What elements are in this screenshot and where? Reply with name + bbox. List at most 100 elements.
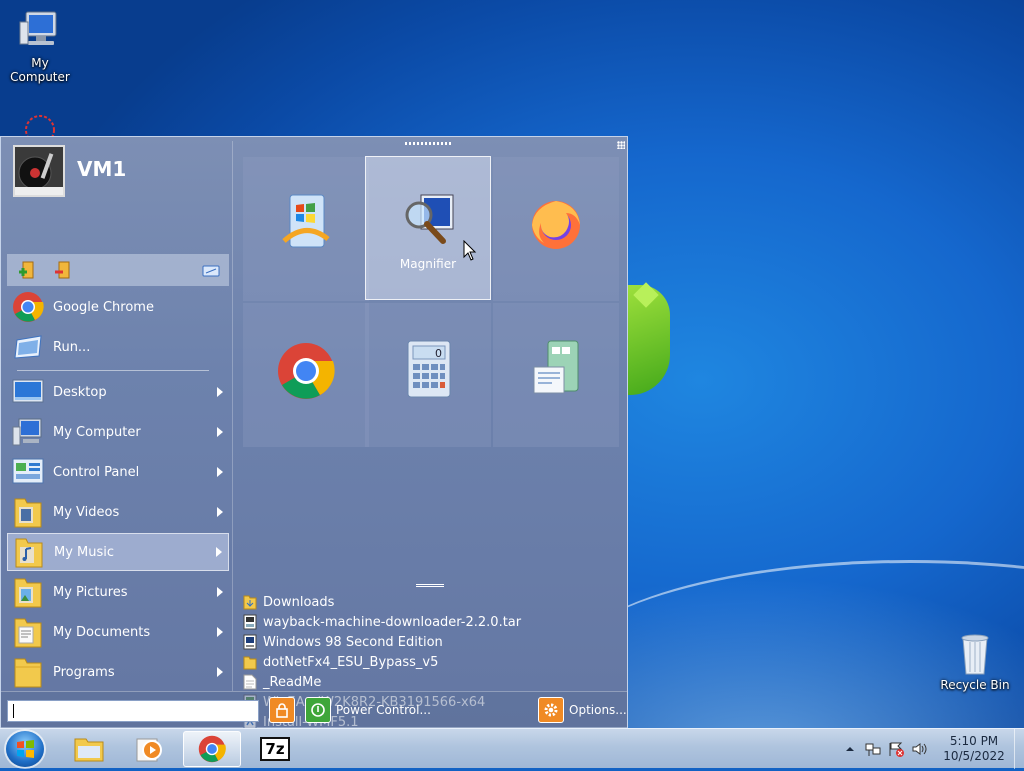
recent-item-label: wayback-machine-downloader-2.2.0.tar	[263, 614, 522, 630]
menu-item-label: My Videos	[53, 504, 120, 520]
chrome-icon	[276, 337, 336, 401]
run-icon	[11, 330, 45, 364]
power-control-label: Power Control...	[336, 703, 431, 717]
chrome-icon	[198, 735, 226, 763]
recent-item[interactable]: Downloads	[241, 592, 621, 612]
menu-item-desktop[interactable]: Desktop	[7, 373, 229, 411]
taskbar-app-chrome[interactable]	[183, 731, 241, 767]
submenu-arrow-icon	[217, 427, 223, 437]
pinned-item-run[interactable]: Run...	[7, 328, 229, 366]
submenu-arrow-icon	[217, 467, 223, 477]
svg-text:0: 0	[435, 347, 442, 360]
mouse-cursor-icon	[463, 239, 477, 262]
menu-item-my-videos[interactable]: My Videos	[7, 493, 229, 531]
clock[interactable]: 5:10 PM 10/5/2022	[934, 734, 1014, 764]
menu-item-label: My Computer	[53, 424, 141, 440]
menu-item-label: My Music	[54, 544, 115, 560]
menu-item-my-music[interactable]: My Music	[7, 533, 229, 571]
add-shortcut-icon[interactable]	[17, 260, 37, 280]
desktop-icon	[11, 375, 45, 409]
programs-folder-icon	[11, 655, 45, 689]
menu-item-control-panel[interactable]: Control Panel	[7, 453, 229, 491]
desktop-icon-recycle-bin[interactable]: Recycle Bin	[935, 630, 1015, 692]
options-button[interactable]: Options...	[538, 697, 627, 723]
calculator-icon: 0	[398, 337, 458, 401]
search-input[interactable]	[7, 700, 259, 722]
system-tray	[842, 729, 934, 769]
start-button[interactable]	[6, 731, 44, 767]
partial-desktop-icon[interactable]	[16, 112, 64, 145]
submenu-arrow-icon	[216, 547, 222, 557]
tile-control-panel[interactable]	[493, 303, 619, 447]
disk-image-icon	[243, 634, 257, 650]
media-player-icon	[136, 738, 162, 762]
pictures-folder-icon	[11, 575, 45, 609]
recent-item[interactable]: _ReadMe	[241, 672, 621, 692]
menu-item-label: Control Panel	[53, 464, 140, 480]
action-center-icon[interactable]	[888, 741, 904, 757]
recent-item[interactable]: wayback-machine-downloader-2.2.0.tar	[241, 612, 621, 632]
windows-update-icon	[276, 191, 336, 255]
tile-magnifier[interactable]: Magnifier	[365, 156, 491, 300]
remove-shortcut-icon[interactable]	[53, 260, 73, 280]
submenu-arrow-icon	[217, 627, 223, 637]
tile-firefox[interactable]	[493, 157, 619, 301]
show-desktop-button[interactable]	[1014, 729, 1024, 769]
menu-item-my-documents[interactable]: My Documents	[7, 613, 229, 651]
quick-toolbar	[7, 254, 229, 286]
taskbar-app-file-explorer[interactable]	[60, 731, 118, 767]
tile-windows-update[interactable]	[243, 157, 369, 301]
user-picture[interactable]	[13, 145, 65, 197]
menu-item-my-computer[interactable]: My Computer	[7, 413, 229, 451]
resize-grip[interactable]	[617, 141, 625, 149]
music-folder-icon	[12, 535, 46, 569]
downloads-folder-icon	[243, 594, 257, 610]
start-menu-bottom-bar: Power Control... Options...	[1, 691, 627, 728]
recent-item-label: Downloads	[263, 594, 335, 610]
text-file-icon	[243, 674, 257, 690]
network-icon[interactable]	[865, 741, 881, 757]
control-panel-icon	[11, 455, 45, 489]
desktop-icon-my-computer[interactable]: My Computer	[0, 8, 80, 84]
recycle-bin-icon	[951, 630, 999, 676]
7zip-icon: 7z	[260, 737, 290, 761]
recent-item-label: _ReadMe	[263, 674, 322, 690]
pinned-item-google-chrome[interactable]: Google Chrome	[7, 288, 229, 326]
menu-item-programs[interactable]: Programs	[7, 653, 229, 691]
tile-chrome[interactable]	[243, 303, 369, 447]
taskbar-app-7zip[interactable]: 7z	[246, 731, 304, 767]
pane-divider	[232, 141, 233, 691]
menu-item-label: My Pictures	[53, 584, 128, 600]
magnifier-icon	[399, 191, 459, 255]
folder-view-icon[interactable]	[201, 260, 221, 280]
chrome-icon	[11, 290, 45, 324]
start-menu-left-pane: VM1 Google Chrome Run... Desktop My Comp…	[5, 141, 233, 691]
volume-icon[interactable]	[911, 741, 927, 757]
firefox-icon	[526, 191, 586, 255]
computer-icon	[16, 8, 64, 54]
recent-item[interactable]: dotNetFx4_ESU_Bypass_v5	[241, 652, 621, 672]
menu-item-label: Run...	[53, 339, 91, 355]
power-control-button[interactable]: Power Control...	[305, 697, 431, 723]
documents-folder-icon	[11, 615, 45, 649]
menu-item-my-pictures[interactable]: My Pictures	[7, 573, 229, 611]
menu-item-label: Google Chrome	[53, 299, 154, 315]
taskbar-app-media-player[interactable]	[120, 731, 178, 767]
recent-item-label: dotNetFx4_ESU_Bypass_v5	[263, 654, 439, 670]
submenu-arrow-icon	[217, 587, 223, 597]
show-hidden-icons-icon[interactable]	[842, 741, 858, 757]
tiles-separator[interactable]	[416, 584, 444, 587]
control-panel-tile-icon	[526, 337, 586, 401]
move-grip[interactable]	[405, 142, 453, 145]
taskbar: 7z 5:10 PM 10/5/2022	[0, 728, 1024, 769]
lock-button[interactable]	[269, 697, 300, 723]
user-name: VM1	[77, 157, 127, 181]
desktop-icon-label: My Computer	[10, 56, 70, 84]
tile-calculator[interactable]: 0	[365, 303, 491, 447]
windows-logo-icon	[17, 740, 34, 758]
computer-icon	[11, 415, 45, 449]
desktop-icon-label: Recycle Bin	[940, 678, 1010, 692]
7zip-label: 7z	[265, 740, 285, 758]
desktop: My Computer Recycle Bin VM1 Google Chrom…	[0, 0, 1024, 728]
recent-item[interactable]: Windows 98 Second Edition	[241, 632, 621, 652]
